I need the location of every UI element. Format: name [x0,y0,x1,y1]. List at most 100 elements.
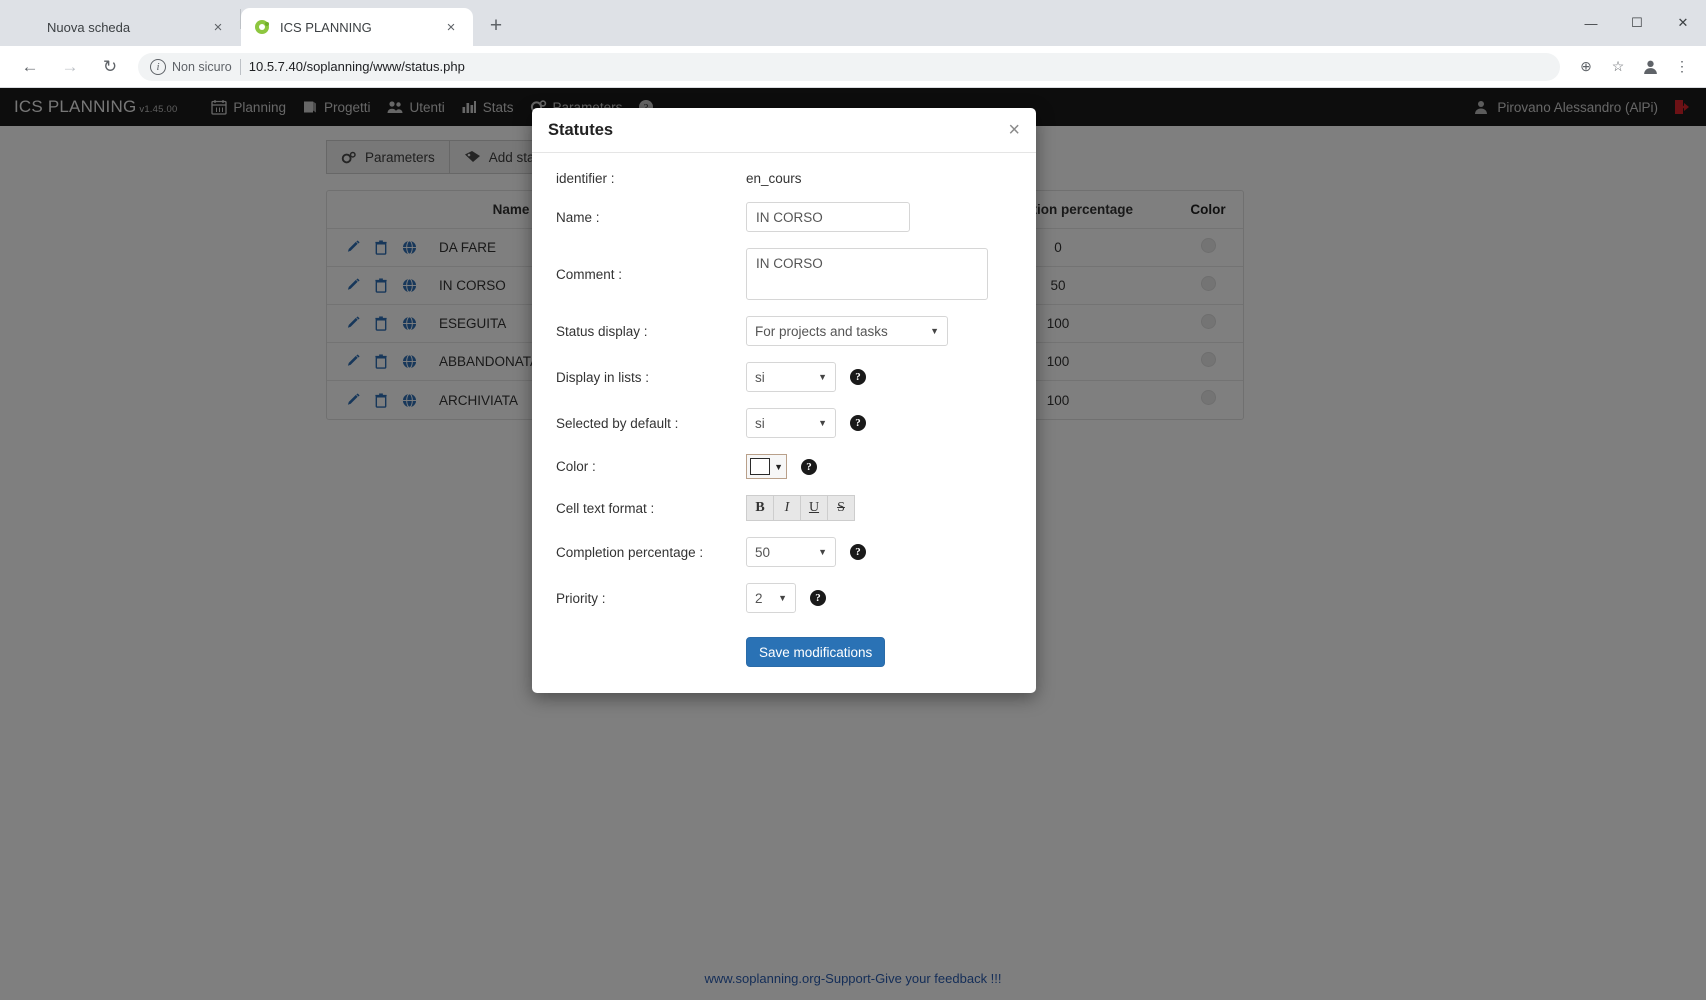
italic-button[interactable]: I [773,495,801,521]
close-tab-icon[interactable]: × [441,17,461,37]
help-icon[interactable]: ? [850,415,866,431]
field-row-display-in-lists: Display in lists : si ▼ ? [556,362,1012,392]
selected-by-default-wrap: si ▼ ? [746,408,866,438]
page-content: ICS PLANNINGv1.45.00 Planning Progetti [0,88,1706,1000]
close-tab-icon[interactable]: × [208,17,228,37]
browser-tab-2[interactable]: ICS PLANNING × [241,8,473,46]
help-icon[interactable]: ? [850,544,866,560]
completion-percentage-select[interactable]: 50 ▼ [746,537,836,567]
browser-window: Nuova scheda × ICS PLANNING × + — ☐ ✕ ← … [0,0,1706,1000]
format-button-group: B I U S [746,495,854,521]
comment-input-wrap: IN CORSO [746,248,988,300]
strikethrough-button[interactable]: S [827,495,855,521]
status-display-value: For projects and tasks [755,324,920,339]
bold-button[interactable]: B [746,495,774,521]
cell-text-format-label: Cell text format : [556,501,746,516]
field-row-cell-text-format: Cell text format : B I U S [556,495,1012,521]
forward-icon[interactable]: → [55,52,85,82]
menu-icon[interactable]: ⋮ [1668,53,1696,81]
color-picker[interactable]: ▼ [746,454,787,479]
display-in-lists-select[interactable]: si ▼ [746,362,836,392]
color-picker-wrap: ▼ ? [746,454,817,479]
soplanning-favicon-icon [253,18,271,36]
back-icon[interactable]: ← [15,52,45,82]
identifier-value-wrap: en_cours [746,171,802,186]
name-label: Name : [556,210,746,225]
color-label: Color : [556,459,746,474]
security-label: Non sicuro [172,60,232,74]
priority-label: Priority : [556,591,746,606]
cell-text-format-wrap: B I U S [746,495,854,521]
modal-title: Statutes [548,121,613,140]
chevron-down-icon: ▼ [818,372,827,382]
completion-percentage-label: Completion percentage : [556,545,746,560]
priority-wrap: 2 ▼ ? [746,583,826,613]
reload-icon[interactable]: ↻ [95,52,125,82]
help-icon[interactable]: ? [801,459,817,475]
field-row-status-display: Status display : For projects and tasks … [556,316,1012,346]
chevron-down-icon: ▼ [818,547,827,557]
display-in-lists-value: si [755,370,808,385]
selected-by-default-label: Selected by default : [556,416,746,431]
help-icon[interactable]: ? [850,369,866,385]
chevron-down-icon: ▼ [818,418,827,428]
chevron-down-icon: ▼ [778,593,787,603]
field-row-comment: Comment : IN CORSO [556,248,1012,300]
comment-label: Comment : [556,267,746,282]
bookmark-star-icon[interactable]: ☆ [1604,53,1632,81]
save-row: Save modifications [556,637,1012,667]
info-icon[interactable]: i [150,59,166,75]
name-input[interactable] [746,202,910,232]
priority-select[interactable]: 2 ▼ [746,583,796,613]
tab-title: ICS PLANNING [280,20,441,35]
close-window-button[interactable]: ✕ [1660,7,1706,39]
identifier-value: en_cours [746,171,802,186]
chevron-down-icon: ▼ [774,462,783,472]
field-row-completion-percentage: Completion percentage : 50 ▼ ? [556,537,1012,567]
chevron-down-icon: ▼ [930,326,939,336]
priority-value: 2 [755,591,768,606]
window-controls: — ☐ ✕ [1568,0,1706,46]
modal-header: Statutes × [532,108,1036,153]
underline-button[interactable]: U [800,495,828,521]
address-bar[interactable]: i Non sicuro 10.5.7.40/soplanning/www/st… [138,53,1560,81]
browser-tab-1[interactable]: Nuova scheda × [8,8,240,46]
status-display-wrap: For projects and tasks ▼ [746,316,948,346]
status-display-select[interactable]: For projects and tasks ▼ [746,316,948,346]
underline-label: U [809,500,819,516]
field-row-name: Name : [556,202,1012,232]
comment-textarea[interactable]: IN CORSO [746,248,988,300]
new-tab-button[interactable]: + [479,9,513,43]
completion-percentage-value: 50 [755,545,808,560]
name-input-wrap [746,202,910,232]
bold-label: B [755,500,764,516]
modal-body: identifier : en_cours Name : Comment : I… [532,153,1036,693]
tab-title: Nuova scheda [47,20,208,35]
save-modifications-button[interactable]: Save modifications [746,637,885,667]
omnibox-divider [240,59,241,75]
color-swatch-preview [750,458,770,475]
help-icon[interactable]: ? [810,590,826,606]
display-in-lists-wrap: si ▼ ? [746,362,866,392]
tab-favicon-placeholder [20,18,38,36]
browser-toolbar: ← → ↻ i Non sicuro 10.5.7.40/soplanning/… [0,46,1706,88]
profile-avatar-icon[interactable] [1636,53,1664,81]
field-row-color: Color : ▼ ? [556,454,1012,479]
minimize-button[interactable]: — [1568,7,1614,39]
selected-by-default-value: si [755,416,808,431]
selected-by-default-select[interactable]: si ▼ [746,408,836,438]
url-text: 10.5.7.40/soplanning/www/status.php [249,59,465,74]
close-icon[interactable]: × [1008,120,1020,140]
status-display-label: Status display : [556,324,746,339]
field-row-identifier: identifier : en_cours [556,171,1012,186]
strikethrough-label: S [837,500,845,516]
italic-label: I [785,500,790,516]
statutes-modal: Statutes × identifier : en_cours Name : [532,108,1036,693]
maximize-button[interactable]: ☐ [1614,7,1660,39]
tab-strip: Nuova scheda × ICS PLANNING × + — ☐ ✕ [0,0,1706,46]
display-in-lists-label: Display in lists : [556,370,746,385]
zoom-icon[interactable]: ⊕ [1572,53,1600,81]
identifier-label: identifier : [556,171,746,186]
field-row-selected-by-default: Selected by default : si ▼ ? [556,408,1012,438]
field-row-priority: Priority : 2 ▼ ? [556,583,1012,613]
